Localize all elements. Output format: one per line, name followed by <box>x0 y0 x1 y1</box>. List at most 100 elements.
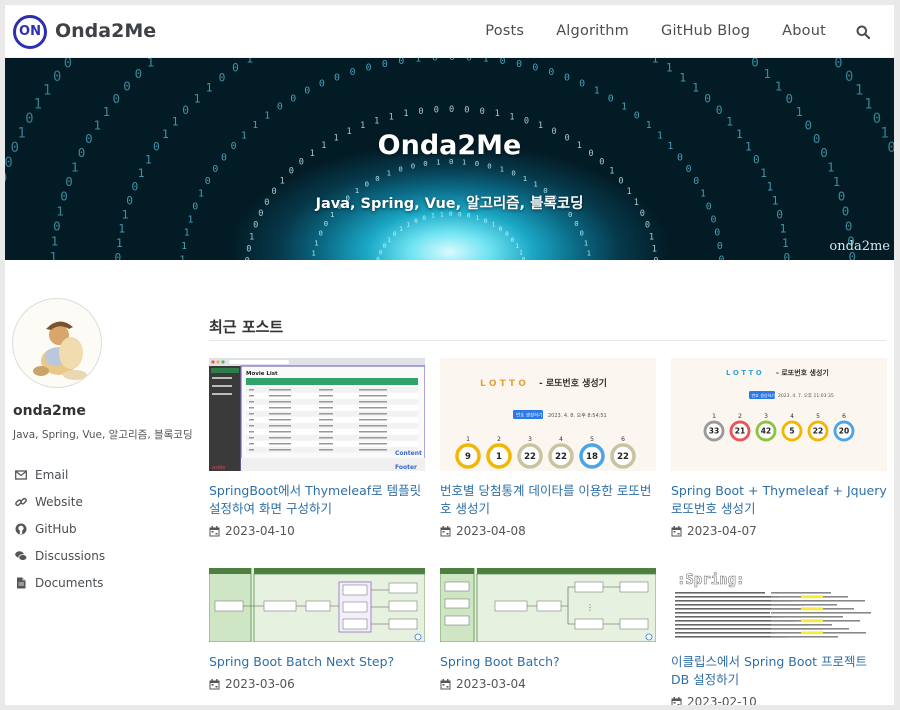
author-link-email[interactable]: Email <box>15 461 105 488</box>
post-title[interactable]: Spring Boot Batch Next Step? <box>209 653 425 671</box>
svg-text:0: 0 <box>487 161 491 170</box>
post-thumbnail[interactable]: :Spring: <box>671 568 887 642</box>
hero-banner: 0100010110011000101000110010011001001001… <box>5 58 894 260</box>
svg-text:0: 0 <box>277 102 283 113</box>
author-link-documents[interactable]: Documents <box>15 569 105 596</box>
nav-item-algorithm[interactable]: Algorithm <box>556 23 629 39</box>
github-icon <box>15 523 27 534</box>
lotto-ball-number: 20 <box>839 427 849 436</box>
svg-text:0: 0 <box>717 241 723 252</box>
thumb-content-label: Content <box>395 450 422 457</box>
thumb-lotto-title: - 로또번호 생성기 <box>776 368 829 377</box>
svg-text:0: 0 <box>823 58 831 59</box>
thumb-lotto-title: - 로또번호 생성기 <box>539 377 607 389</box>
svg-text:1: 1 <box>403 109 408 119</box>
lotto-ball-number: 22 <box>617 452 629 462</box>
svg-text:1: 1 <box>415 58 421 65</box>
svg-text:0: 0 <box>784 252 791 261</box>
svg-text:1: 1 <box>652 58 659 66</box>
svg-text:0: 0 <box>645 221 650 231</box>
svg-text:0: 0 <box>686 164 692 175</box>
thumb-lotto-info: 2023. 4. 7. 오후 11:03:35 <box>778 393 834 399</box>
svg-text:1: 1 <box>833 174 841 189</box>
site-logo[interactable]: ON <box>13 15 47 49</box>
svg-text:1: 1 <box>118 223 125 236</box>
comments-icon <box>15 550 27 561</box>
post-title[interactable]: 번호별 당첨통계 데이타를 이용한 로또번호 생성기 <box>440 482 656 518</box>
post-card: Spring Boot Batch Next Step? 2023-03-06 <box>209 568 425 691</box>
svg-text:0: 0 <box>319 229 323 238</box>
hero-subtitle: Java, Spring, Vue, 알고리즘, 블록코딩 <box>315 196 584 212</box>
post-date-text: 2023-02-10 <box>687 695 757 705</box>
post-thumbnail[interactable]: ⋮ <box>440 568 656 642</box>
nav-item-about[interactable]: About <box>782 23 826 39</box>
post-title[interactable]: SpringBoot에서 Thymeleaf로 템플릿 설정하여 화면 구성하기 <box>209 482 425 518</box>
author-link-label: Discussions <box>35 548 106 563</box>
post-thumbnail[interactable] <box>209 568 425 642</box>
svg-text:1: 1 <box>782 237 789 250</box>
svg-text:0: 0 <box>418 107 423 117</box>
post-date-text: 2023-03-04 <box>456 677 526 691</box>
svg-text:0: 0 <box>499 226 503 233</box>
author-name: onda2me <box>13 403 86 419</box>
svg-text:0: 0 <box>653 257 658 260</box>
svg-text:0: 0 <box>618 177 623 187</box>
svg-text:0: 0 <box>716 104 723 117</box>
svg-text:1: 1 <box>206 82 213 95</box>
author-link-website[interactable]: Website <box>15 488 105 515</box>
post-title[interactable]: 이클립스에서 Spring Boot 프로젝트 DB 설정하기 <box>671 653 887 689</box>
post-title[interactable]: Spring Boot Batch? <box>440 653 656 671</box>
svg-text:0: 0 <box>245 257 250 260</box>
lotto-slot-label: 4 <box>790 413 794 420</box>
svg-text:1: 1 <box>180 254 186 260</box>
svg-text:1: 1 <box>389 112 394 122</box>
svg-text:0: 0 <box>449 105 454 115</box>
svg-text:0: 0 <box>115 252 122 261</box>
post-title[interactable]: Spring Boot + Thymeleaf + Jquery 로또번호 생성… <box>671 482 887 518</box>
svg-text:1: 1 <box>246 58 253 66</box>
author-link-github[interactable]: GitHub <box>15 515 105 542</box>
thumb-aside-label: aside <box>212 465 225 471</box>
post-thumbnail[interactable]: L O T T O - 로또번호 생성기 번호 생성하기 2023. 4. 8.… <box>440 358 656 471</box>
svg-text:0: 0 <box>5 170 7 186</box>
svg-text:0: 0 <box>205 176 211 187</box>
svg-text:0: 0 <box>693 176 699 187</box>
svg-text:0: 0 <box>398 165 402 174</box>
search-icon[interactable] <box>856 24 871 40</box>
svg-text:1: 1 <box>51 234 59 249</box>
lotto-slot-label: 6 <box>621 436 625 443</box>
svg-text:1: 1 <box>34 97 42 113</box>
svg-text:0: 0 <box>375 174 379 183</box>
svg-text:0: 0 <box>53 69 61 85</box>
svg-text:0: 0 <box>182 104 189 117</box>
post-thumbnail[interactable]: aside Movie List Content Footer <box>209 358 425 471</box>
svg-text:1: 1 <box>172 116 179 129</box>
calendar-icon <box>209 525 220 536</box>
post-card: ⋮ Spring Boot Batch? 2023-03-04 <box>440 568 656 691</box>
nav-item-github-blog[interactable]: GitHub Blog <box>661 23 750 39</box>
svg-text:1: 1 <box>483 58 489 65</box>
site-title[interactable]: Onda2Me <box>55 20 156 42</box>
post-date: 2023-04-08 <box>440 524 656 538</box>
svg-text:1: 1 <box>103 104 111 119</box>
svg-text:1: 1 <box>194 93 201 106</box>
svg-text:1: 1 <box>775 78 783 93</box>
post-thumbnail[interactable]: L O T T O - 로또번호 생성기 번호 생성하기 2023. 4. 7.… <box>671 358 887 471</box>
svg-text:1: 1 <box>679 71 686 84</box>
svg-text:0: 0 <box>464 106 469 116</box>
post-date: 2023-04-10 <box>209 524 425 538</box>
author-link-discussions[interactable]: Discussions <box>15 542 105 569</box>
thumb-movie-list-title: Movie List <box>246 371 278 377</box>
svg-text:0: 0 <box>422 215 426 222</box>
hero-title: Onda2Me <box>377 130 522 161</box>
nav-item-posts[interactable]: Posts <box>485 23 524 39</box>
svg-text:0: 0 <box>532 63 538 74</box>
svg-text:0: 0 <box>135 66 143 81</box>
svg-text:0: 0 <box>845 219 853 234</box>
svg-text:1: 1 <box>399 226 403 233</box>
svg-text:0: 0 <box>304 86 310 97</box>
svg-text:0: 0 <box>834 58 842 72</box>
lotto-slot-label: 5 <box>590 436 594 443</box>
post-date: 2023-03-06 <box>209 677 425 691</box>
file-icon <box>17 577 26 588</box>
